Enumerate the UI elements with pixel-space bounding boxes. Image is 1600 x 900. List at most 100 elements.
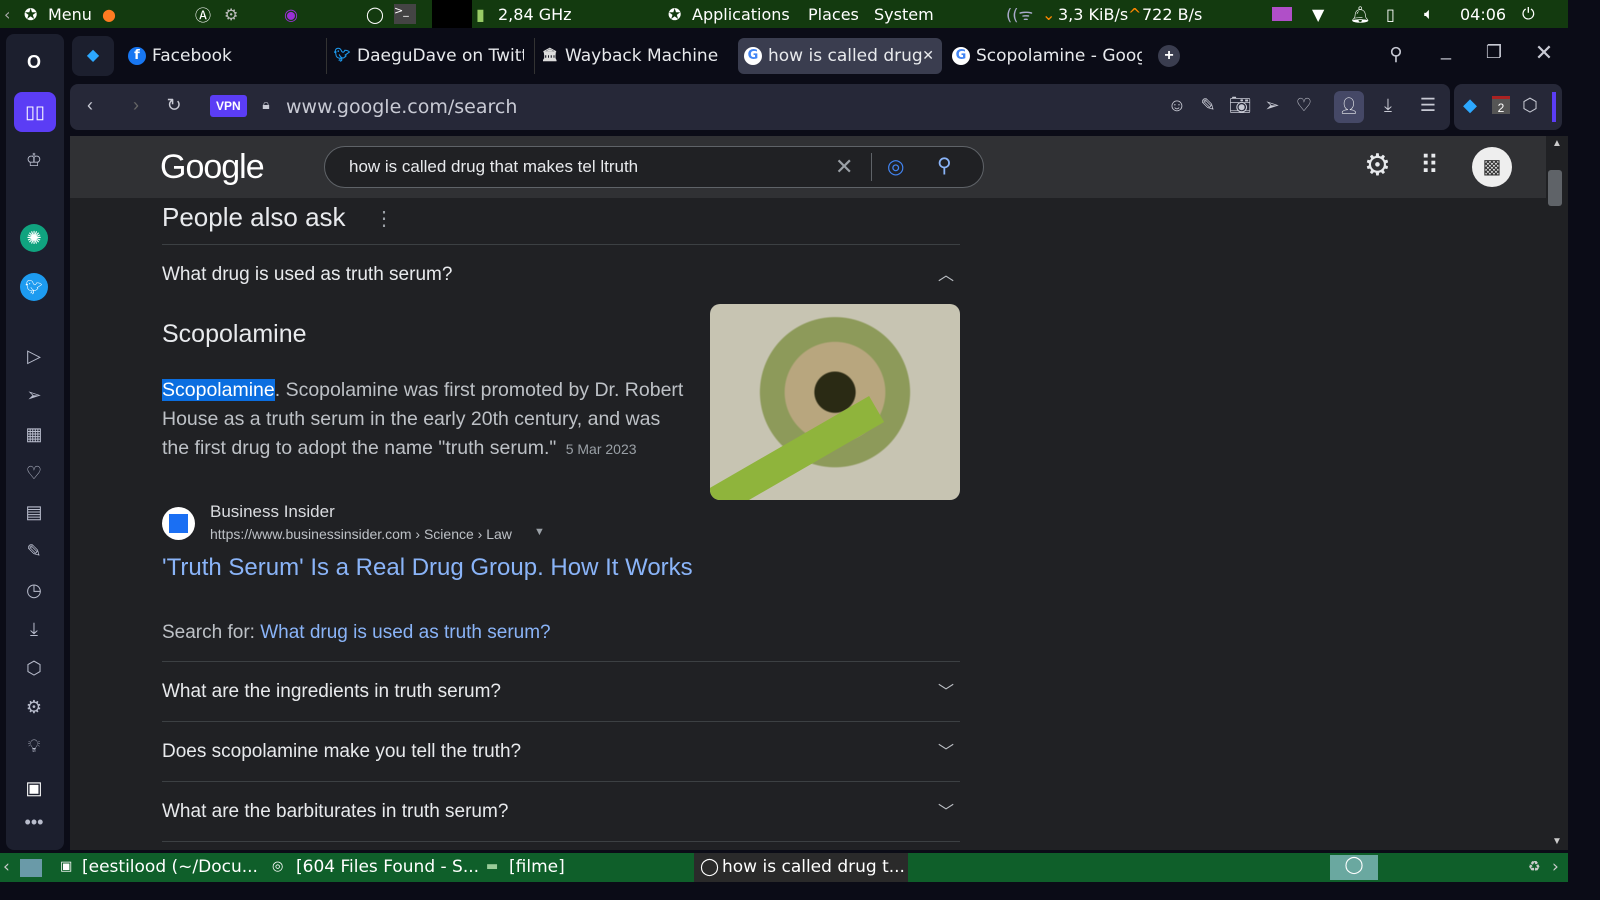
extension-badge[interactable]: 2 [1492, 96, 1510, 115]
send-icon[interactable]: ➢ [20, 381, 48, 409]
news-icon[interactable]: ▤ [20, 498, 48, 526]
workspace-icon[interactable]: ◆ [72, 36, 114, 76]
restore-icon[interactable]: ❐ [1482, 42, 1506, 63]
tab-twitter[interactable]: 🐦︎ DaeguDave on Twitt [326, 38, 524, 74]
applications-menu[interactable]: Applications [692, 5, 790, 24]
send-icon[interactable]: ➢ [1260, 95, 1284, 116]
close-tab-icon[interactable]: ✕ [922, 38, 934, 74]
more-icon[interactable]: ••• [20, 808, 48, 836]
opera-logo-icon[interactable]: O [20, 48, 48, 76]
paa-question-expanded[interactable]: What drug is used as truth serum? ︿ [162, 244, 960, 304]
chevron-down-icon[interactable]: ﹀ [938, 798, 954, 822]
vpn-badge[interactable]: VPN [210, 95, 247, 117]
tab-facebook[interactable]: f Facebook [122, 38, 312, 74]
extensions-icon[interactable]: ⬡ [20, 654, 48, 682]
chevron-up-icon[interactable]: ︿ [938, 261, 954, 285]
paa-question[interactable]: What are the ingredients in truth serum?… [162, 661, 960, 721]
pinboard-icon[interactable]: ✎ [20, 537, 48, 565]
tab-search-icon[interactable]: ⚲ [1384, 44, 1408, 65]
apps-grid-icon[interactable]: ⠿ [1420, 150, 1439, 181]
tor-icon[interactable]: ◉ [284, 5, 298, 24]
sidebar-handle[interactable] [1552, 92, 1556, 122]
taskbar-item-active[interactable]: how is called drug t... [722, 857, 905, 877]
source-menu-icon[interactable]: ▼ [534, 526, 545, 538]
taskbar-item[interactable]: [eestilood (~/Docu... [82, 857, 258, 877]
close-window-icon[interactable]: ✕ [1532, 40, 1556, 66]
reload-icon[interactable]: ↻ [162, 95, 186, 116]
new-tab-button[interactable]: + [1158, 45, 1180, 67]
trash-icon[interactable]: ♻ [1528, 859, 1541, 875]
camera-icon[interactable]: 📷︎ [1228, 95, 1252, 116]
battery-icon[interactable]: ▯ [1386, 5, 1395, 24]
scroll-down-icon[interactable]: ▼ [1552, 836, 1562, 847]
scrollbar[interactable]: ▲ ▼ [1546, 136, 1568, 850]
tips-icon[interactable]: 💡︎ [20, 732, 48, 760]
cube-extension-icon[interactable]: ⬡ [1518, 95, 1542, 116]
profile-icon[interactable]: 👤︎ [1334, 91, 1364, 123]
network-icon[interactable]: ▼ [1312, 5, 1324, 24]
battery-saver-icon[interactable]: ▣ [20, 774, 48, 802]
taskbar-item[interactable]: [filme] [509, 857, 565, 877]
forward-icon[interactable]: › [124, 95, 148, 116]
volume-icon[interactable]: 🔈︎ [1424, 4, 1434, 24]
search-input[interactable]: how is called drug that makes tel ltruth [349, 157, 638, 177]
lens-icon[interactable]: ◎ [887, 154, 904, 179]
chevron-down-icon[interactable]: ﹀ [938, 738, 954, 762]
show-desktop-icon[interactable] [20, 859, 42, 877]
emoji-icon[interactable]: ☺ [1165, 95, 1189, 116]
account-avatar[interactable]: ▩ [1472, 147, 1512, 187]
heart-icon[interactable]: ♡ [1292, 95, 1316, 116]
crown-icon[interactable]: ♔ [20, 146, 48, 174]
history-icon[interactable]: ◷ [20, 576, 48, 604]
chevron-down-icon[interactable]: ﹀ [938, 678, 954, 702]
url-input[interactable]: www.google.com/search [286, 96, 517, 118]
workspace-switcher[interactable]: ◯ [1330, 855, 1378, 880]
audio-app-icon[interactable] [1272, 7, 1292, 21]
gem-extension-icon[interactable]: ◆ [1458, 95, 1482, 116]
download-icon[interactable]: ⤓ [1376, 95, 1400, 116]
notification-bell-icon[interactable]: 🔔︎ [1350, 5, 1370, 24]
clock[interactable]: 04:06 [1460, 5, 1506, 24]
places-menu[interactable]: Places [808, 5, 859, 24]
tab-scopolamine[interactable]: G Scopolamine - Googl [946, 38, 1142, 74]
lock-icon[interactable]: 🔒︎ [254, 96, 278, 113]
panel-collapse-icon[interactable]: ‹ [4, 5, 10, 24]
settings-icon[interactable]: ⚙ [20, 693, 48, 721]
wifi-icon[interactable]: ((ᯤ [1006, 3, 1033, 25]
paa-question[interactable]: What are the barbiturates in truth serum… [162, 781, 960, 841]
clear-search-icon[interactable]: ✕ [835, 154, 853, 180]
player-icon[interactable]: ▷ [20, 342, 48, 370]
scroll-up-icon[interactable]: ▲ [1552, 138, 1562, 149]
heart-icon[interactable]: ♡ [20, 459, 48, 487]
downloads-icon[interactable]: ⤓ [20, 615, 48, 643]
dictionary-icon[interactable]: Ⓐ [195, 2, 211, 26]
reading-list-icon[interactable]: ▯▯ [14, 92, 56, 132]
tab-wayback[interactable]: 🏛︎ Wayback Machine [534, 38, 734, 74]
paa-question[interactable]: Does scopolamine make you tell the truth… [162, 721, 960, 781]
taskbar-scroll-left-icon[interactable]: ‹ [3, 857, 10, 877]
search-icon[interactable]: ⚲ [937, 153, 952, 178]
pin-icon[interactable]: ✎ [1196, 95, 1220, 116]
speed-dial-icon[interactable]: ▦ [20, 420, 48, 448]
minimize-icon[interactable]: _ [1434, 40, 1458, 61]
firefox-icon[interactable]: ● [102, 5, 116, 24]
taskbar-scroll-right-icon[interactable]: › [1552, 857, 1559, 877]
settings-gear-icon[interactable]: ⚙ [1364, 148, 1391, 183]
scrollbar-thumb[interactable] [1548, 170, 1562, 206]
tab-google-search[interactable]: Ghow is called drug ✕ [738, 38, 942, 74]
settings-gears-icon[interactable]: ⚙ [224, 5, 238, 24]
taskbar-item[interactable]: [604 Files Found - S... [296, 857, 479, 877]
terminal-icon[interactable]: >_ [394, 4, 416, 24]
search-for-link[interactable]: What drug is used as truth serum? [260, 622, 550, 643]
google-logo[interactable]: Google [160, 148, 265, 187]
more-options-icon[interactable]: ⋮ [374, 206, 394, 231]
twitter-icon[interactable]: 🐦︎ [20, 273, 48, 301]
result-link[interactable]: 'Truth Serum' Is a Real Drug Group. How … [162, 554, 693, 582]
system-menu[interactable]: System [874, 5, 934, 24]
opera-icon[interactable]: ◯ [366, 5, 384, 24]
power-icon[interactable]: ⏻ [1522, 4, 1535, 24]
menu-button[interactable]: Menu [48, 5, 92, 24]
scopolamine-plant-image[interactable] [710, 304, 960, 500]
search-box[interactable]: how is called drug that makes tel ltruth… [324, 146, 984, 188]
easy-setup-icon[interactable]: ☰ [1416, 95, 1440, 116]
